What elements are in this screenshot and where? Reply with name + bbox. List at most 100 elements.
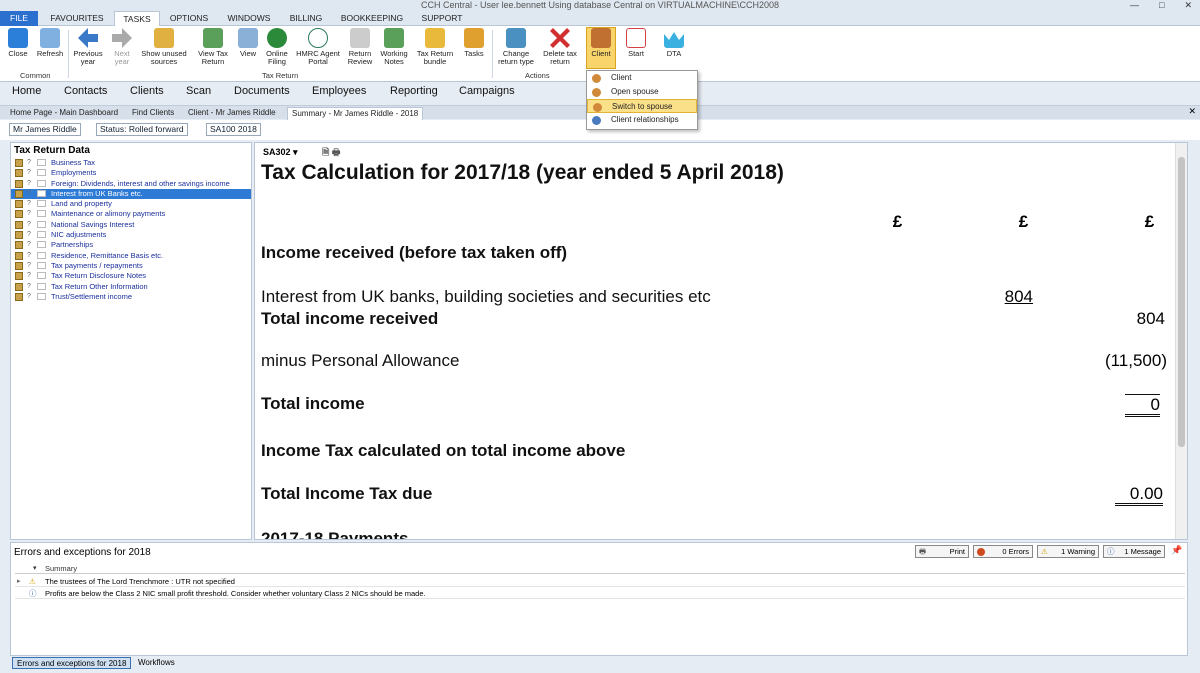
doc-tab-client[interactable]: Client - Mr James Riddle bbox=[184, 107, 280, 120]
close-window-icon[interactable]: ✕ bbox=[1184, 0, 1192, 11]
print-icon[interactable]: 🖶 bbox=[332, 147, 341, 157]
payments-heading-cut: 2017-18 Payments bbox=[261, 529, 409, 540]
nav-documents[interactable]: Documents bbox=[234, 85, 290, 97]
tab-file[interactable]: FILE bbox=[0, 11, 38, 26]
warning-icon: ⚠ bbox=[1041, 547, 1048, 556]
show-unused-sources-button[interactable]: Show unused sources bbox=[138, 28, 190, 66]
currency-col-3: £ bbox=[1144, 212, 1155, 231]
view-tax-return-button[interactable]: View Tax Return bbox=[192, 28, 234, 66]
checklist-icon bbox=[626, 28, 646, 48]
nav-employees[interactable]: Employees bbox=[312, 85, 366, 97]
tree-item[interactable]: ? Business Tax bbox=[11, 158, 251, 168]
client-name-chip: Mr James Riddle bbox=[9, 123, 81, 136]
tree-item[interactable]: ? Foreign: Dividends, interest and other … bbox=[11, 179, 251, 189]
messages-count-button[interactable]: ⓘ 1 Message bbox=[1103, 545, 1165, 558]
tab-billing[interactable]: BILLING bbox=[280, 11, 332, 26]
collapse-icon[interactable]: ▾ bbox=[33, 564, 37, 572]
expand-icon[interactable]: ▸ bbox=[17, 576, 21, 587]
close-tab-icon[interactable]: ✕ bbox=[1188, 106, 1196, 117]
scroll-thumb[interactable] bbox=[1178, 157, 1185, 447]
tree-item[interactable]: ? Trust/Settlement income bbox=[11, 292, 251, 302]
refresh-button[interactable]: Refresh bbox=[34, 28, 66, 58]
form-icon bbox=[15, 220, 23, 229]
tree-item[interactable]: ? Maintenance or alimony payments bbox=[11, 209, 251, 219]
errors-count-button[interactable]: 0 Errors bbox=[973, 545, 1033, 558]
start-button[interactable]: Start bbox=[622, 28, 650, 58]
help-icon: ? bbox=[27, 261, 31, 269]
tasks-icon bbox=[464, 28, 484, 48]
page-icon bbox=[37, 251, 46, 259]
previous-year-button[interactable]: Previous year bbox=[70, 28, 106, 66]
tree-item[interactable]: ? Tax Return Other Information bbox=[11, 282, 251, 292]
menu-item-switch-to-spouse[interactable]: Switch to spouse bbox=[587, 99, 697, 113]
ribbon-separator bbox=[492, 30, 493, 78]
tab-favourites[interactable]: FAVOURITES bbox=[40, 11, 114, 26]
tab-tasks[interactable]: TASKS bbox=[114, 11, 160, 27]
nav-reporting[interactable]: Reporting bbox=[390, 85, 438, 97]
warnings-count-button[interactable]: ⚠ 1 Warning bbox=[1037, 545, 1099, 558]
tree-item[interactable]: ? Residence, Remittance Basis etc. bbox=[11, 251, 251, 261]
client-button[interactable]: Client bbox=[586, 27, 616, 69]
tab-options[interactable]: OPTIONS bbox=[160, 11, 218, 26]
error-row[interactable]: ⓘ Profits are below the Class 2 NIC small… bbox=[15, 588, 1185, 599]
tab-workflows[interactable]: Workflows bbox=[134, 657, 179, 669]
next-year-label: Next year bbox=[114, 49, 130, 66]
doc-tab-find-clients[interactable]: Find Clients bbox=[128, 107, 178, 120]
doc-tab-summary[interactable]: Summary - Mr James Riddle - 2018 bbox=[287, 107, 424, 120]
tab-windows[interactable]: WINDOWS bbox=[218, 11, 280, 26]
error-row[interactable]: ▸ ⚠ The trustees of The Lord Trenchmore : … bbox=[15, 576, 1185, 587]
report-form-select[interactable]: SA302 ▾ 🗎 🖶 bbox=[263, 145, 340, 161]
errors-panel: Errors and exceptions for 2018 🖶 Print 0 … bbox=[10, 542, 1188, 656]
form-icon bbox=[15, 251, 23, 260]
tree-item[interactable]: ? Tax Return Disclosure Notes bbox=[11, 271, 251, 281]
errors-print-button[interactable]: 🖶 Print bbox=[915, 545, 969, 558]
menu-item-client-relationships[interactable]: Client relationships bbox=[587, 113, 697, 127]
tax-return-bundle-label: Tax Return bundle bbox=[416, 49, 454, 66]
page-icon bbox=[37, 179, 46, 187]
info-icon: ⓘ bbox=[29, 589, 37, 598]
pin-icon[interactable]: 📌 bbox=[1171, 545, 1182, 556]
tasks-button[interactable]: Tasks bbox=[460, 28, 488, 58]
nav-scan[interactable]: Scan bbox=[186, 85, 211, 97]
dta-button[interactable]: DTA bbox=[660, 28, 688, 58]
tree-item[interactable]: ? National Savings Interest bbox=[11, 220, 251, 230]
doc-tab-home[interactable]: Home Page - Main Dashboard bbox=[6, 107, 122, 120]
menu-item-open-spouse[interactable]: Open spouse bbox=[587, 85, 697, 99]
hmrc-agent-portal-button[interactable]: HMRC Agent Portal bbox=[294, 28, 342, 66]
change-return-type-button[interactable]: Change return type bbox=[494, 28, 538, 66]
report-scrollbar[interactable] bbox=[1175, 143, 1187, 539]
minimize-icon[interactable]: — bbox=[1130, 0, 1139, 11]
menu-item-client[interactable]: Client bbox=[587, 71, 697, 85]
tab-bookkeeping[interactable]: BOOKKEEPING bbox=[332, 11, 412, 26]
page-icon bbox=[37, 189, 46, 197]
nav-contacts[interactable]: Contacts bbox=[64, 85, 107, 97]
page-icon bbox=[37, 292, 46, 300]
tree-item-label: Maintenance or alimony payments bbox=[51, 209, 166, 219]
tax-return-bundle-button[interactable]: Tax Return bundle bbox=[412, 28, 458, 66]
tree-item[interactable]: ? Partnerships bbox=[11, 240, 251, 250]
menu-item-client-relationships-label: Client relationships bbox=[611, 115, 679, 124]
export-icon[interactable]: 🗎 bbox=[322, 147, 329, 157]
nav-campaigns[interactable]: Campaigns bbox=[459, 85, 515, 97]
tree-item[interactable]: ? NIC adjustments bbox=[11, 230, 251, 240]
online-filing-button[interactable]: Online Filing bbox=[262, 28, 292, 66]
tree-item[interactable]: ? Land and property bbox=[11, 199, 251, 209]
next-year-button[interactable]: Next year bbox=[108, 28, 136, 66]
currency-col-2: £ bbox=[1018, 212, 1029, 231]
tree-item[interactable]: ? Employments bbox=[11, 168, 251, 178]
arrow-left-icon bbox=[78, 28, 98, 48]
client-button-inner[interactable]: Client bbox=[587, 28, 615, 58]
tree-item[interactable]: ? Interest from UK Banks etc. bbox=[11, 188, 251, 200]
tree-item[interactable]: ? Tax payments / repayments bbox=[11, 261, 251, 271]
view-button[interactable]: View bbox=[236, 28, 260, 58]
tab-errors-exceptions[interactable]: Errors and exceptions for 2018 bbox=[12, 657, 132, 669]
report-form-label: SA302 bbox=[263, 147, 291, 157]
return-review-button[interactable]: Return Review bbox=[344, 28, 376, 66]
working-notes-button[interactable]: Working Notes bbox=[378, 28, 410, 66]
delete-tax-return-button[interactable]: Delete tax return bbox=[540, 28, 580, 66]
nav-clients[interactable]: Clients bbox=[130, 85, 164, 97]
maximize-icon[interactable]: □ bbox=[1159, 0, 1164, 11]
close-button[interactable]: Close bbox=[4, 28, 32, 58]
tab-support[interactable]: SUPPORT bbox=[412, 11, 472, 26]
nav-home[interactable]: Home bbox=[12, 85, 41, 97]
